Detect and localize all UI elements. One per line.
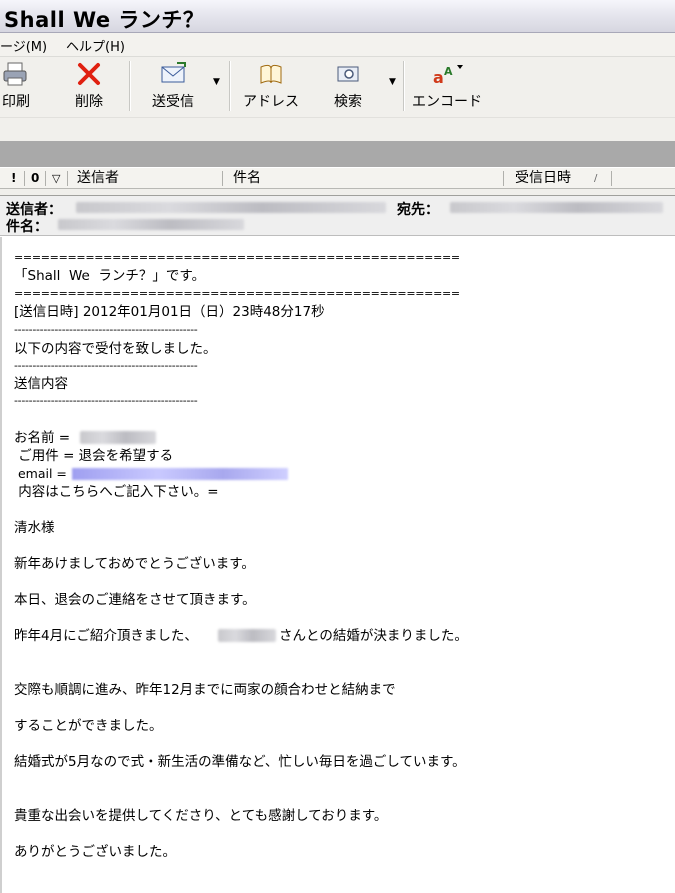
sender-value-redacted — [76, 202, 386, 213]
column-separator[interactable] — [611, 171, 612, 186]
body-paragraph-pre: 昨年4月にご紹介頂きました、 — [14, 628, 198, 644]
form-field-content: 内容はこちらへご記入下さい。= — [14, 484, 219, 500]
separator-rule: ========================================… — [14, 251, 460, 264]
column-separator[interactable] — [67, 171, 68, 186]
send-receive-icon — [161, 62, 186, 83]
toolbar-separator — [229, 61, 231, 111]
printer-icon — [3, 62, 27, 86]
message-list-header: ! 0 ▽ 送信者 件名 受信日時 / — [0, 167, 675, 189]
menu-bar: ージ(M) ヘルプ(H) — [0, 33, 675, 57]
delete-button[interactable]: 削除 — [67, 61, 111, 113]
toolbar-separator — [403, 61, 405, 111]
toolbar: 印刷 削除 送受信 ▼ アドレス 検索 ▼ a A エンコード — [0, 57, 675, 141]
form-field-name: お名前 = — [14, 430, 75, 446]
body-line: 以下の内容で受付を致しました。 — [14, 341, 217, 357]
column-separator[interactable] — [503, 171, 504, 186]
search-icon — [337, 66, 359, 82]
separator-rule: ----------------------------------------… — [14, 359, 198, 372]
address-book-icon — [260, 64, 282, 84]
search-button[interactable]: 検索 — [328, 61, 368, 113]
body-paragraph: 新年あけましておめでとうございます。 — [14, 556, 255, 572]
toolbar-separator — [129, 61, 131, 111]
search-dropdown-icon[interactable]: ▼ — [389, 77, 396, 87]
delete-label: 削除 — [75, 94, 103, 110]
menu-item-help[interactable]: ヘルプ(H) — [66, 36, 125, 55]
send-receive-dropdown-icon[interactable]: ▼ — [213, 77, 220, 87]
body-paragraph: 清水様 — [14, 520, 55, 536]
message-list-area[interactable] — [0, 189, 675, 196]
separator-rule: ----------------------------------------… — [14, 394, 198, 407]
delete-x-icon — [78, 63, 100, 85]
svg-text:a: a — [433, 68, 444, 87]
body-line: 「Shall We ランチ？」です。 — [14, 268, 206, 284]
encode-icon: a A — [433, 65, 463, 87]
column-separator[interactable] — [24, 171, 25, 186]
column-subject-header[interactable]: 件名 — [233, 168, 261, 189]
print-button[interactable]: 印刷 — [0, 61, 36, 113]
column-received-header[interactable]: 受信日時 — [515, 168, 571, 189]
body-paragraph: ありがとうございました。 — [14, 844, 176, 860]
body-paragraph: 交際も順調に進み、昨年12月までに両家の顔合わせと結納まで — [14, 682, 396, 698]
address-book-button[interactable]: アドレス — [242, 61, 300, 113]
email-value-redacted[interactable] — [72, 468, 288, 480]
address-book-label: アドレス — [243, 94, 299, 110]
form-field-request: ご用件 = 退会を希望する — [14, 448, 174, 464]
preview-header: 送信者： 宛先： 件名： — [0, 196, 675, 236]
partner-name-redacted — [218, 629, 276, 642]
separator-rule: ========================================… — [14, 287, 460, 300]
recipient-label: 宛先： — [397, 202, 439, 218]
print-label: 印刷 — [2, 94, 30, 110]
column-separator[interactable] — [222, 171, 223, 186]
window-title: Shall We ランチ？ — [4, 8, 205, 32]
recipient-value-redacted — [450, 202, 663, 213]
subject-label: 件名： — [6, 219, 48, 235]
body-paragraph: 結婚式が5月なので式・新生活の準備など、忙しい毎日を過ごしています。 — [14, 754, 466, 770]
title-bar: Shall We ランチ？ — [0, 0, 675, 33]
menu-item-message[interactable]: ージ(M) — [0, 36, 47, 55]
message-body[interactable]: ========================================… — [0, 237, 675, 893]
pane-divider — [0, 141, 675, 167]
sort-indicator-icon: / — [594, 173, 598, 184]
column-sender-header[interactable]: 送信者 — [77, 168, 119, 189]
separator-rule: ----------------------------------------… — [14, 323, 198, 336]
body-paragraph: 本日、退会のご連絡をさせて頂きます。 — [14, 592, 256, 608]
body-paragraph: することができました。 — [14, 718, 163, 734]
body-paragraph: 貴重な出会いを提供してくださり、とても感謝しております。 — [14, 808, 388, 824]
send-receive-label: 送受信 — [152, 94, 194, 110]
body-line: [送信日時] 2012年01月01日（日）23時48分17秒 — [14, 304, 325, 320]
body-line: 送信内容 — [14, 376, 68, 392]
column-separator[interactable] — [45, 171, 46, 186]
search-label: 検索 — [334, 94, 362, 110]
toolbar-row: 印刷 削除 送受信 ▼ アドレス 検索 ▼ a A エンコード — [0, 57, 675, 117]
encode-label: エンコード — [412, 94, 482, 110]
body-paragraph-post: さんとの結婚が決まりました。 — [279, 628, 468, 644]
toolbar-lower-strip — [0, 117, 675, 141]
svg-text:A: A — [444, 65, 453, 78]
column-mark-header[interactable]: ▽ — [52, 168, 60, 189]
name-value-redacted — [80, 431, 156, 444]
column-flag-header[interactable]: ! — [11, 168, 16, 189]
encode-button[interactable]: a A エンコード — [410, 61, 484, 113]
column-attachment-header[interactable]: 0 — [31, 168, 39, 189]
send-receive-button[interactable]: 送受信 — [144, 61, 202, 113]
subject-value-redacted — [58, 219, 244, 230]
form-field-email: email = — [14, 466, 71, 481]
